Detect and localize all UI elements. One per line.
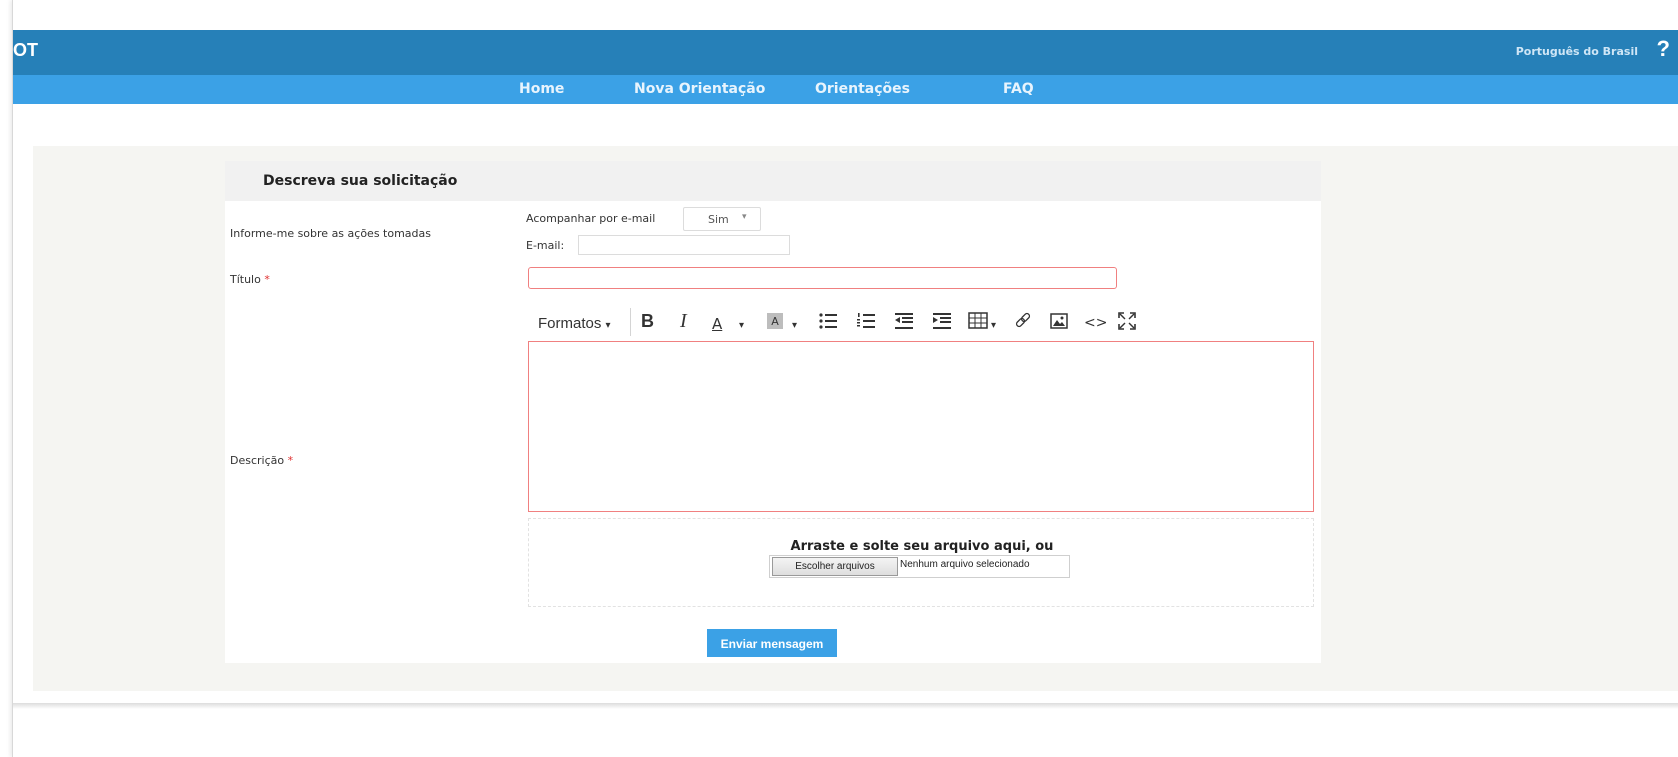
toolbar-divider xyxy=(630,308,631,336)
formats-dropdown[interactable]: Formatos ▾ xyxy=(538,313,611,337)
chevron-down-icon[interactable]: ▾ xyxy=(792,315,797,337)
help-icon[interactable]: ? xyxy=(1657,36,1670,62)
email-label: E-mail: xyxy=(526,239,565,252)
form-header: Descreva sua solicitação xyxy=(225,161,1321,201)
indent-icon[interactable] xyxy=(932,312,952,336)
top-header: OT Português do Brasil ? xyxy=(13,30,1678,75)
file-status: Nenhum arquivo selecionado xyxy=(900,559,1030,570)
numbered-list-icon[interactable] xyxy=(856,312,876,336)
send-message-button[interactable]: Enviar mensagem xyxy=(707,629,837,657)
nav-item-home[interactable]: Home xyxy=(519,81,564,97)
chevron-down-icon[interactable]: ▾ xyxy=(739,315,744,337)
nav-item-orientacoes[interactable]: Orientações xyxy=(815,81,910,97)
formats-label: Formatos xyxy=(538,315,602,332)
fullscreen-icon[interactable] xyxy=(1118,312,1136,336)
title-input[interactable] xyxy=(528,267,1117,289)
bottom-edge xyxy=(13,703,1678,709)
choose-files-button[interactable]: Escolher arquivos xyxy=(772,557,898,576)
description-editor[interactable] xyxy=(528,341,1314,512)
titulo-label: Título xyxy=(230,273,261,286)
descricao-label: Descrição xyxy=(230,454,285,467)
email-field[interactable] xyxy=(578,235,790,255)
app-name: OT xyxy=(13,40,38,60)
notify-label: Informe-me sobre as ações tomadas xyxy=(230,227,432,240)
font-color-icon[interactable]: A xyxy=(712,313,722,335)
link-icon[interactable] xyxy=(1014,312,1032,336)
code-icon[interactable]: <> xyxy=(1084,312,1107,334)
chevron-down-icon: ▾ xyxy=(605,320,611,331)
chevron-down-icon: ▾ xyxy=(742,212,747,222)
bold-icon[interactable]: B xyxy=(641,310,654,332)
descricao-label-wrap: Descrição * xyxy=(230,454,293,467)
nav-item-nova-orientacao[interactable]: Nova Orientação xyxy=(634,81,765,97)
follow-email-label: Acompanhar por e-mail xyxy=(526,212,656,225)
main-nav: Home Nova Orientação Orientações FAQ xyxy=(13,75,1678,104)
dropzone-text: Arraste e solte seu arquivo aqui, ou xyxy=(790,539,1054,554)
file-dropzone[interactable]: Arraste e solte seu arquivo aqui, ou Esc… xyxy=(528,518,1314,607)
italic-icon[interactable]: I xyxy=(680,310,687,332)
image-icon[interactable] xyxy=(1050,312,1068,336)
titulo-label-wrap: Título * xyxy=(230,273,270,286)
outdent-icon[interactable] xyxy=(894,312,914,336)
table-icon[interactable] xyxy=(968,312,988,336)
chevron-down-icon[interactable]: ▾ xyxy=(991,315,996,337)
editor-toolbar: Formatos ▾ B I A ▾ A ▾ ▾ <> xyxy=(528,306,1188,338)
follow-email-select[interactable]: Sim ▾ xyxy=(683,207,761,231)
svg-text:A: A xyxy=(771,315,779,328)
follow-email-value: Sim xyxy=(708,213,729,226)
form-title: Descreva sua solicitação xyxy=(263,173,458,189)
background-color-icon[interactable]: A xyxy=(766,312,784,336)
required-marker: * xyxy=(264,273,270,286)
language-selector[interactable]: Português do Brasil xyxy=(1516,45,1638,58)
required-marker: * xyxy=(287,454,294,467)
nav-item-faq[interactable]: FAQ xyxy=(1003,81,1034,97)
bullet-list-icon[interactable] xyxy=(818,312,838,336)
